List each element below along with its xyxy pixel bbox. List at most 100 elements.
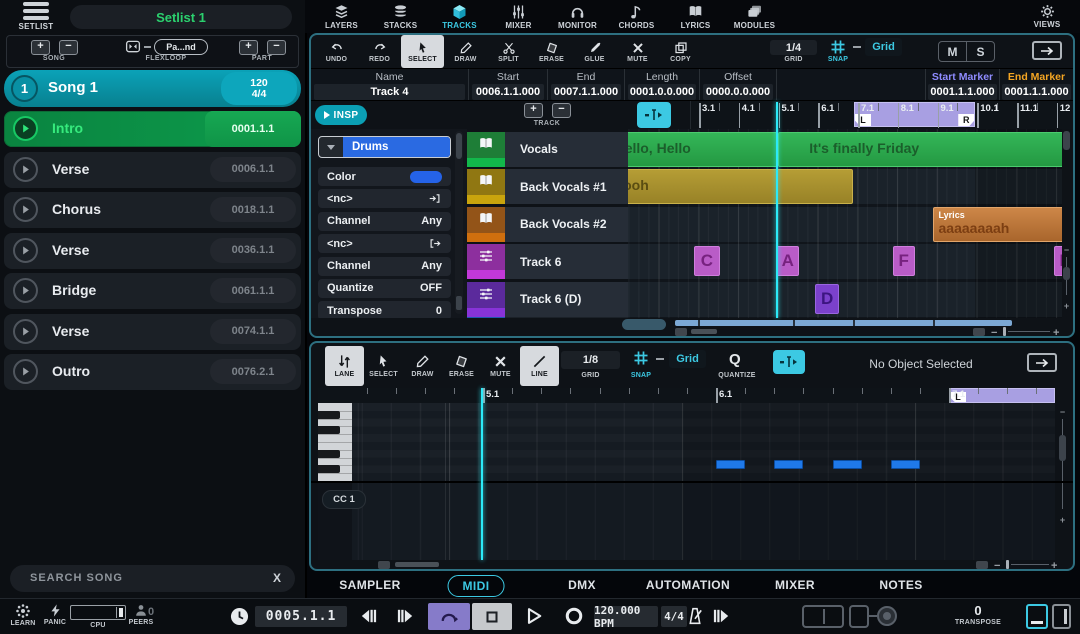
tab-mixer[interactable]: MIXER <box>489 0 548 33</box>
piano-keyboard[interactable] <box>318 403 352 482</box>
tab-modules[interactable]: MODULES <box>725 0 784 33</box>
erase-tool-button[interactable]: ERASE <box>442 346 481 386</box>
midi-grid-value[interactable]: 1/8 <box>561 351 620 369</box>
select-tool-button[interactable]: SELECT <box>401 35 444 68</box>
field-value[interactable]: 0001.0.0.000 <box>628 84 696 100</box>
playhead[interactable] <box>775 102 779 318</box>
loop-right-flag[interactable]: R <box>958 114 975 126</box>
inspector-row-ncncnc[interactable]: <nc> <box>318 234 451 254</box>
vscroll-thumb[interactable] <box>1063 131 1070 150</box>
stop-button[interactable] <box>472 603 512 630</box>
black-key[interactable] <box>318 449 340 458</box>
tab-views[interactable]: VIEWS <box>1022 0 1072 33</box>
inspector-row-Color[interactable]: Color <box>318 167 451 186</box>
field-value[interactable]: 0006.1.1.000 <box>472 84 544 100</box>
snap-mode-button[interactable]: Grid <box>865 38 902 56</box>
lyric-clip[interactable]: It's finally Friday <box>778 131 1062 167</box>
tab-sampler[interactable]: SAMPLER <box>325 575 414 595</box>
lane-tool-button[interactable]: LANE <box>325 346 364 386</box>
hscroll-handle[interactable] <box>675 328 687 336</box>
note-clip[interactable]: F <box>892 246 915 276</box>
expand-arrow-button[interactable] <box>1032 41 1062 60</box>
timesig-display[interactable]: 4/4 <box>661 606 687 627</box>
song-part-item[interactable]: Chorus 0018.1.1 <box>4 192 301 228</box>
black-key[interactable] <box>318 465 340 474</box>
add-track-button[interactable]: + <box>524 103 543 118</box>
midi-hzoom-in-icon[interactable]: + <box>1051 561 1057 570</box>
panic-button[interactable]: PANIC <box>40 603 70 626</box>
play-button[interactable] <box>524 606 544 626</box>
start-marker-value[interactable]: 0001.1.1.000 <box>928 84 997 100</box>
inspector-row-Quantize[interactable]: Quantize OFF <box>318 278 451 298</box>
auto-scroll-button[interactable] <box>637 102 671 128</box>
midi-snap-icon[interactable] <box>632 350 650 366</box>
midi-input-indicator[interactable] <box>802 605 844 628</box>
tab-dmx[interactable]: DMX <box>554 575 610 595</box>
inspector-toggle-button[interactable]: INSP <box>315 105 367 125</box>
arrangement-timeline[interactable]: Hello, Hello It's finally Friday oooh Lyric… <box>628 129 1062 318</box>
midi-note[interactable] <box>832 460 862 469</box>
mute-tool-button[interactable]: MUTE <box>616 35 659 68</box>
track-header[interactable]: Vocals <box>467 131 628 167</box>
midi-playhead[interactable] <box>480 388 484 560</box>
draw-tool-button[interactable]: DRAW <box>403 346 442 386</box>
skip-forward-button[interactable] <box>396 607 416 625</box>
grid-value[interactable]: 1/4 <box>770 40 817 55</box>
note-clip[interactable]: A <box>776 246 800 276</box>
flexloop-icon[interactable] <box>125 39 141 54</box>
skip-back-button[interactable] <box>358 607 378 625</box>
midi-expand-arrow-button[interactable] <box>1027 353 1057 372</box>
part-play-icon[interactable] <box>13 318 38 344</box>
redo-tool-button[interactable]: REDO <box>358 35 401 68</box>
inspector-row-ncncnc[interactable]: <nc> <box>318 189 451 209</box>
song-part-item[interactable]: Verse 0036.1.1 <box>4 232 301 269</box>
solo-button[interactable]: S <box>967 42 994 61</box>
mute-button[interactable]: M <box>939 42 967 61</box>
part-play-icon[interactable] <box>13 116 38 141</box>
part-play-icon[interactable] <box>13 156 38 182</box>
remove-track-button[interactable]: − <box>552 103 571 118</box>
part-play-icon[interactable] <box>13 359 38 384</box>
track-header[interactable]: Track 6 <box>467 244 628 279</box>
global-transpose[interactable]: 0 TRANSPOSE <box>938 603 1018 626</box>
field-value[interactable]: 0007.1.1.000 <box>551 84 621 100</box>
tab-automation[interactable]: AUTOMATION <box>632 575 744 595</box>
song-part-item[interactable]: Verse 0074.1.1 <box>4 313 301 350</box>
setlist-name[interactable]: Setlist 1 <box>70 5 292 29</box>
song-part-item[interactable]: Outro 0076.2.1 <box>4 354 301 390</box>
tempo-display[interactable]: 120.000 BPM <box>594 604 658 630</box>
midi-zoom-handle[interactable] <box>976 561 988 569</box>
zoom-in-icon[interactable]: + <box>1062 301 1071 311</box>
inspector-row-Channel[interactable]: Channel Any <box>318 256 451 276</box>
note-clip[interactable]: C <box>694 246 720 276</box>
hzoom-in-icon[interactable]: + <box>1053 328 1059 337</box>
preset-dropdown[interactable]: Drums <box>318 136 451 158</box>
midi-zoom-in-icon[interactable]: + <box>1058 515 1067 525</box>
part-play-icon[interactable] <box>13 197 38 222</box>
midi-note[interactable] <box>774 460 804 469</box>
connector-knob[interactable] <box>877 606 897 626</box>
tab-monitor[interactable]: MONITOR <box>548 0 607 33</box>
inspector-row-Transpose[interactable]: Transpose 0 <box>318 301 451 318</box>
midi-auto-scroll-button[interactable] <box>773 350 805 374</box>
timeline-ruler[interactable]: L R 3.1 4.1 5.1 6.1 7.1 8.1 9.1 10.1 11.1 12 <box>690 101 1073 129</box>
midi-note[interactable] <box>890 460 920 469</box>
tab-midi[interactable]: MIDI <box>447 575 505 597</box>
part-play-icon[interactable] <box>13 278 38 303</box>
cc-grid[interactable] <box>352 483 1055 560</box>
tab-lyrics[interactable]: LYRICS <box>666 0 725 33</box>
record-button[interactable] <box>564 606 584 626</box>
color-swatch[interactable] <box>410 170 442 183</box>
position-display[interactable]: 0005.1.1 <box>255 606 347 627</box>
cycle-button[interactable] <box>428 603 470 630</box>
glue-tool-button[interactable]: GLUE <box>573 35 616 68</box>
scrollbar-handle[interactable] <box>456 296 462 310</box>
part-play-icon[interactable] <box>13 237 38 263</box>
tab-chords[interactable]: CHORDS <box>607 0 666 33</box>
track-header[interactable]: Back Vocals #1 <box>467 169 628 204</box>
mute-tool-button[interactable]: MUTE <box>481 346 520 386</box>
lyric-clip[interactable]: Lyrics aaaaaaaah <box>932 206 1062 242</box>
lyric-clip[interactable]: Hello, Hello <box>628 131 778 167</box>
header-scroll-pill[interactable] <box>622 319 666 330</box>
midi-hscroll-handle[interactable] <box>378 561 390 569</box>
